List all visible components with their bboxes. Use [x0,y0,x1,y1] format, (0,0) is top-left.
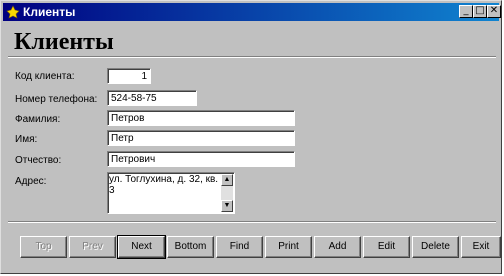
add-button[interactable]: Add [314,236,361,258]
client-id-field[interactable]: 1 [107,68,151,84]
minimize-button[interactable]: _ [459,5,473,18]
title-bar[interactable]: Клиенты _ □ ✕ [3,3,501,21]
name-field[interactable]: Петр [107,130,295,146]
address-text[interactable]: ул. Тоглухина, д. 32, кв. 3 [109,174,221,196]
clients-window: Клиенты _ □ ✕ Клиенты Код клиента: 1 Ном… [0,0,502,274]
top-button[interactable]: Top [20,236,67,258]
patronymic-label: Отчество: [15,155,62,166]
client-id-label: Код клиента: [15,71,75,82]
bottom-button[interactable]: Bottom [167,236,214,258]
top-divider [8,56,496,58]
address-field[interactable]: ул. Тоглухина, д. 32, кв. 3 ▲ ▼ [107,172,235,214]
bottom-divider [8,221,496,223]
scroll-down-arrow-icon[interactable]: ▼ [221,200,233,212]
edit-button[interactable]: Edit [363,236,410,258]
find-button[interactable]: Find [216,236,263,258]
surname-label: Фамилия: [15,114,61,125]
window-title: Клиенты [23,5,76,19]
app-icon [6,5,20,19]
name-label: Имя: [15,134,38,145]
next-button[interactable]: Next [117,235,166,259]
maximize-button[interactable]: □ [473,5,487,18]
print-button[interactable]: Print [265,236,312,258]
form-heading: Клиенты [14,29,114,55]
phone-field[interactable]: 524-58-75 [107,90,197,106]
delete-button[interactable]: Delete [412,236,459,258]
patronymic-field[interactable]: Петрович [107,151,295,167]
close-button[interactable]: ✕ [487,5,501,18]
prev-button[interactable]: Prev [69,236,116,258]
address-label: Адрес: [15,176,47,187]
phone-label: Номер телефона: [15,94,98,105]
exit-button[interactable]: Exit [461,236,501,258]
surname-field[interactable]: Петров [107,110,295,126]
scroll-up-arrow-icon[interactable]: ▲ [221,174,233,186]
address-scrollbar[interactable]: ▲ ▼ [221,174,233,212]
